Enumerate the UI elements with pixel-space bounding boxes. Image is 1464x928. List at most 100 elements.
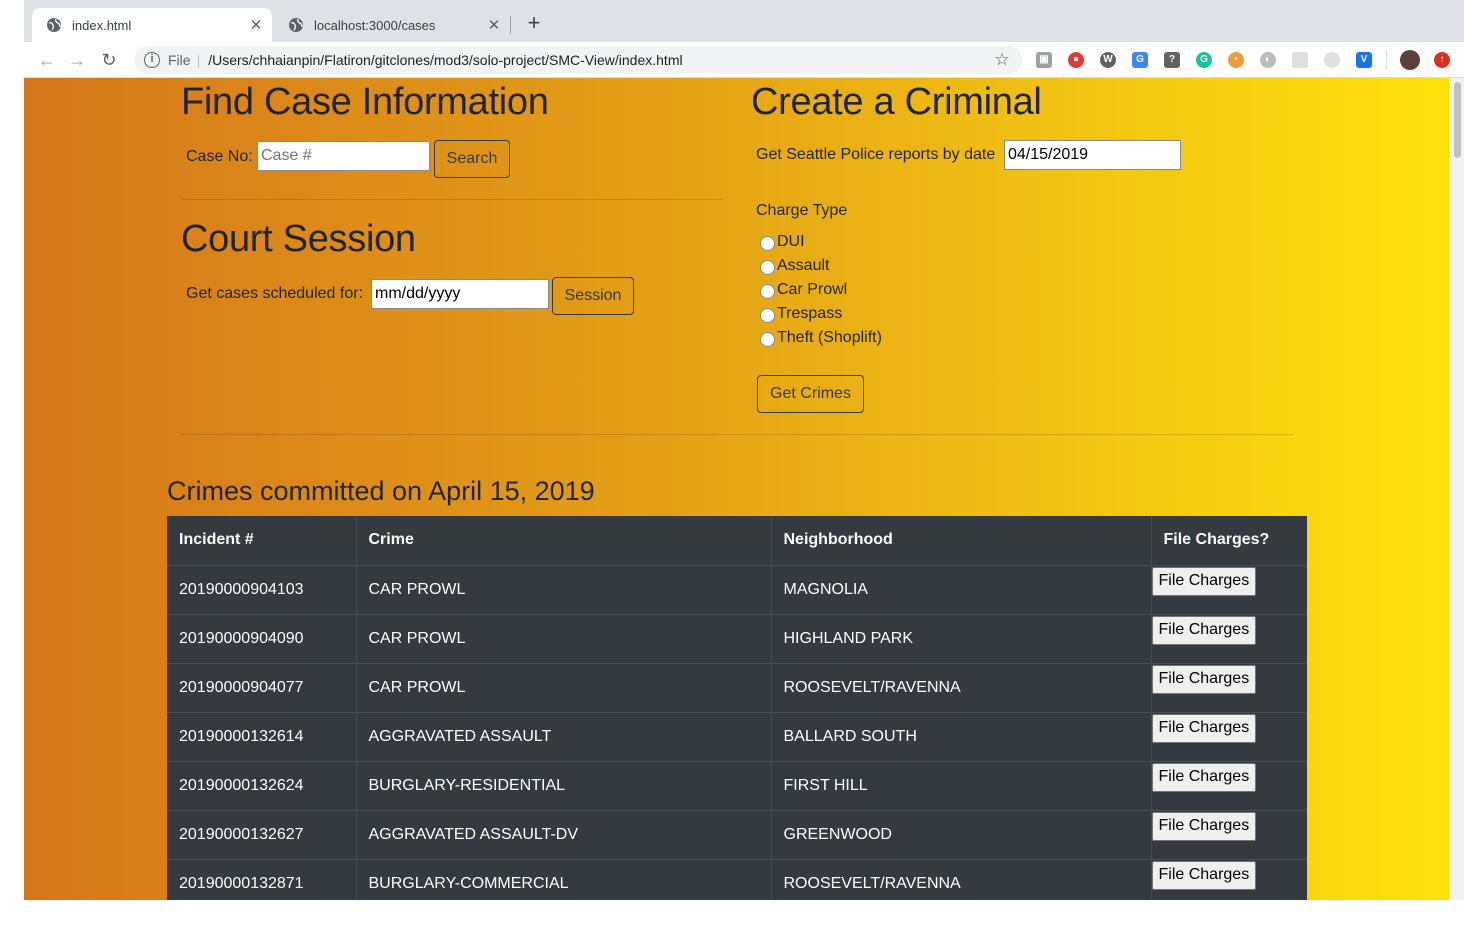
crime-cell: AGGRAVATED ASSAULT bbox=[355, 711, 771, 761]
cookie-icon[interactable]: • bbox=[1228, 52, 1244, 68]
image-icon[interactable] bbox=[1292, 52, 1308, 68]
vimeo-icon[interactable]: V bbox=[1356, 52, 1372, 68]
tab-localhost-cases[interactable]: localhost:3000/cases ✕ bbox=[274, 8, 510, 42]
tab-strip: index.html ✕ localhost:3000/cases ✕ + bbox=[24, 0, 1464, 42]
table-row: 20190000904077 CAR PROWL ROOSEVELT/RAVEN… bbox=[167, 662, 1307, 712]
radio-label: Assault bbox=[777, 257, 830, 274]
column-header: File Charges? bbox=[1150, 516, 1307, 565]
incognito-icon[interactable]: ◐ bbox=[1260, 52, 1276, 68]
help-icon[interactable]: ? bbox=[1164, 52, 1180, 68]
get-crimes-button[interactable]: Get Crimes bbox=[757, 375, 864, 413]
action-cell: File Charges bbox=[1150, 711, 1307, 761]
file-charges-button[interactable]: File Charges bbox=[1151, 860, 1257, 890]
session-date-label: Get cases scheduled for: bbox=[186, 285, 363, 302]
charge-option-theft-shoplift[interactable]: Theft (Shoplift) bbox=[760, 329, 882, 347]
column-header: Crime bbox=[355, 516, 771, 565]
wordpress-icon[interactable]: W bbox=[1100, 52, 1116, 68]
action-cell: File Charges bbox=[1150, 564, 1307, 614]
radio-label: Trespass bbox=[777, 305, 843, 322]
url-scheme: File bbox=[168, 52, 191, 68]
find-case-title: Find Case Information bbox=[181, 81, 549, 123]
tab-separator bbox=[510, 16, 511, 34]
file-charges-button[interactable]: File Charges bbox=[1151, 762, 1257, 792]
crime-cell: CAR PROWL bbox=[355, 564, 771, 614]
charge-option-car-prowl[interactable]: Car Prowl bbox=[760, 281, 847, 299]
tab-close-icon[interactable]: ✕ bbox=[248, 16, 264, 34]
table-row: 20190000132871 BURGLARY-COMMERCIAL ROOSE… bbox=[167, 858, 1307, 900]
radio-button[interactable] bbox=[760, 332, 775, 347]
table-row: 20190000132624 BURGLARY-RESIDENTIAL FIRS… bbox=[167, 760, 1307, 810]
search-button[interactable]: Search bbox=[434, 140, 510, 178]
neighborhood-cell: GREENWOOD bbox=[770, 809, 1151, 859]
tab-close-icon[interactable]: ✕ bbox=[486, 16, 502, 34]
incident-cell: 20190000132614 bbox=[167, 711, 356, 761]
vertical-scrollbar[interactable] bbox=[1449, 78, 1464, 900]
back-arrow-icon[interactable]: ← bbox=[36, 49, 58, 71]
incident-cell: 20190000904090 bbox=[167, 613, 356, 663]
session-button[interactable]: Session bbox=[552, 277, 634, 315]
radio-button[interactable] bbox=[760, 236, 775, 251]
info-icon[interactable]: i bbox=[144, 52, 160, 68]
avatar-icon[interactable] bbox=[1400, 50, 1420, 70]
crime-cell: AGGRAVATED ASSAULT-DV bbox=[355, 809, 771, 859]
reload-icon[interactable]: ↻ bbox=[98, 49, 120, 71]
radio-label: DUI bbox=[777, 233, 805, 250]
clock-icon[interactable] bbox=[1324, 52, 1340, 68]
globe-icon bbox=[47, 18, 61, 32]
adblock-icon[interactable]: ● bbox=[1068, 52, 1084, 68]
neighborhood-cell: MAGNOLIA bbox=[770, 564, 1151, 614]
translate-icon[interactable]: G bbox=[1132, 52, 1148, 68]
neighborhood-cell: ROOSEVELT/RAVENNA bbox=[770, 662, 1151, 712]
crime-cell: CAR PROWL bbox=[355, 613, 771, 663]
action-cell: File Charges bbox=[1150, 613, 1307, 663]
session-date-input[interactable] bbox=[371, 279, 549, 309]
charge-type-label: Charge Type bbox=[756, 202, 848, 219]
new-tab-button[interactable]: + bbox=[522, 12, 546, 36]
table-row: 20190000904103 CAR PROWL MAGNOLIA File C… bbox=[167, 564, 1307, 614]
radio-button[interactable] bbox=[760, 284, 775, 299]
file-charges-button[interactable]: File Charges bbox=[1151, 615, 1257, 645]
file-charges-button[interactable]: File Charges bbox=[1151, 811, 1257, 841]
neighborhood-cell: HIGHLAND PARK bbox=[770, 613, 1151, 663]
table-row: 20190000132614 AGGRAVATED ASSAULT BALLAR… bbox=[167, 711, 1307, 761]
incident-cell: 20190000132624 bbox=[167, 760, 356, 810]
radio-button[interactable] bbox=[760, 308, 775, 323]
crime-cell: BURGLARY-COMMERCIAL bbox=[355, 858, 771, 900]
neighborhood-cell: FIRST HILL bbox=[770, 760, 1151, 810]
url-text[interactable]: /Users/chhaianpin/Flatiron/gitclones/mod… bbox=[208, 52, 992, 68]
url-divider: | bbox=[196, 52, 201, 68]
table-row: 20190000132627 AGGRAVATED ASSAULT-DV GRE… bbox=[167, 809, 1307, 859]
update-icon[interactable]: ↑ bbox=[1434, 52, 1450, 68]
tab-index-html[interactable]: index.html ✕ bbox=[32, 8, 272, 42]
forward-arrow-icon[interactable]: → bbox=[66, 49, 88, 71]
browser-chrome: index.html ✕ localhost:3000/cases ✕ + ← … bbox=[24, 0, 1464, 78]
scrollbar-thumb[interactable] bbox=[1454, 82, 1461, 158]
bookmark-star-icon[interactable]: ☆ bbox=[992, 50, 1012, 70]
incident-cell: 20190000904103 bbox=[167, 564, 356, 614]
table-header-row: Incident # Crime Neighborhood File Charg… bbox=[167, 516, 1307, 565]
tab-title: localhost:3000/cases bbox=[314, 17, 436, 33]
address-bar[interactable]: i File | /Users/chhaianpin/Flatiron/gitc… bbox=[134, 46, 1022, 74]
camera-icon[interactable]: ▣ bbox=[1036, 52, 1052, 68]
charge-option-assault[interactable]: Assault bbox=[760, 257, 829, 275]
file-charges-button[interactable]: File Charges bbox=[1151, 664, 1257, 694]
radio-label: Car Prowl bbox=[777, 281, 848, 298]
case-number-input[interactable] bbox=[257, 141, 430, 171]
radio-button[interactable] bbox=[760, 260, 775, 275]
action-cell: File Charges bbox=[1150, 858, 1307, 900]
create-criminal-title: Create a Criminal bbox=[751, 81, 1042, 123]
neighborhood-cell: ROOSEVELT/RAVENNA bbox=[770, 858, 1151, 900]
grammarly-icon[interactable]: G bbox=[1196, 52, 1212, 68]
column-header: Neighborhood bbox=[770, 516, 1151, 565]
page-viewport: Find Case Information Case No: Search Co… bbox=[24, 78, 1449, 900]
charge-option-trespass[interactable]: Trespass bbox=[760, 305, 842, 323]
tab-title: index.html bbox=[72, 17, 132, 33]
file-charges-button[interactable]: File Charges bbox=[1151, 566, 1257, 596]
action-cell: File Charges bbox=[1150, 662, 1307, 712]
charge-option-dui[interactable]: DUI bbox=[760, 233, 805, 251]
crimes-title: Crimes committed on April 15, 2019 bbox=[167, 476, 595, 506]
reports-date-input[interactable] bbox=[1004, 140, 1181, 170]
divider bbox=[181, 434, 1293, 435]
file-charges-button[interactable]: File Charges bbox=[1151, 713, 1257, 743]
incident-cell: 20190000132627 bbox=[167, 809, 356, 859]
